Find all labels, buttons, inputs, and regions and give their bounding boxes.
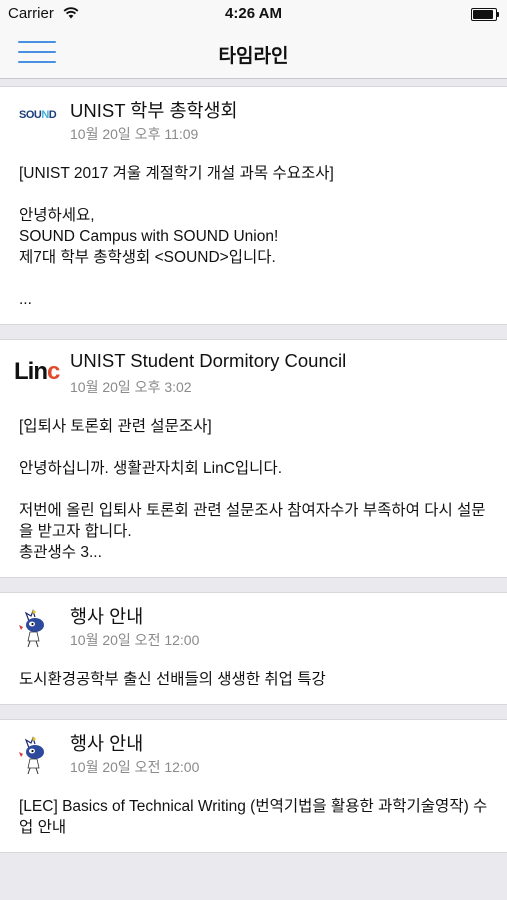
logo-text-a: Lin (14, 358, 48, 385)
linc-logo-avatar: Linc (14, 358, 60, 386)
post-author: UNIST Student Dormitory Council (70, 350, 347, 371)
mascot-avatar-icon (19, 736, 44, 775)
post-author: 행사 안내 (70, 606, 144, 627)
post-date: 10월 20일 오후 3:02 (70, 379, 192, 395)
logo-text-a: SOU (19, 109, 42, 121)
status-bar: Carrier 4:26 AM (0, 0, 507, 28)
post-author: 행사 안내 (70, 733, 144, 754)
page-title: 타임라인 (218, 46, 289, 67)
post-author: UNIST 학부 총학생회 (70, 100, 238, 121)
timeline-post[interactable]: 행사 안내 10월 20일 오전 12:00 도시환경공학부 출신 선배들의 생… (0, 592, 507, 705)
navigation-bar: 타임라인 (0, 28, 507, 79)
logo-text-b: N (41, 109, 49, 121)
sound-logo-avatar: SOUND (19, 109, 57, 121)
timeline-post[interactable]: SOUND UNIST 학부 총학생회 10월 20일 오후 11:09 [UN… (0, 86, 507, 325)
post-date: 10월 20일 오전 12:00 (70, 632, 200, 648)
mascot-avatar-icon (19, 609, 44, 648)
post-body: [입퇴사 토론회 관련 설문조사] 안녕하십니까. 생활관자치회 LinC입니다… (19, 418, 486, 561)
battery-icon (471, 8, 499, 21)
status-time: 4:26 AM (225, 5, 282, 22)
logo-text-c: D (48, 109, 57, 121)
logo-text-b: c (47, 358, 60, 385)
timeline-post[interactable]: Linc UNIST Student Dormitory Council 10월… (0, 339, 507, 578)
timeline-post[interactable]: 행사 안내 10월 20일 오전 12:00 [LEC] Basics of T… (0, 719, 507, 853)
post-date: 10월 20일 오후 11:09 (70, 126, 199, 142)
post-date: 10월 20일 오전 12:00 (70, 759, 200, 775)
timeline-feed[interactable]: SOUND UNIST 학부 총학생회 10월 20일 오후 11:09 [UN… (0, 86, 507, 867)
